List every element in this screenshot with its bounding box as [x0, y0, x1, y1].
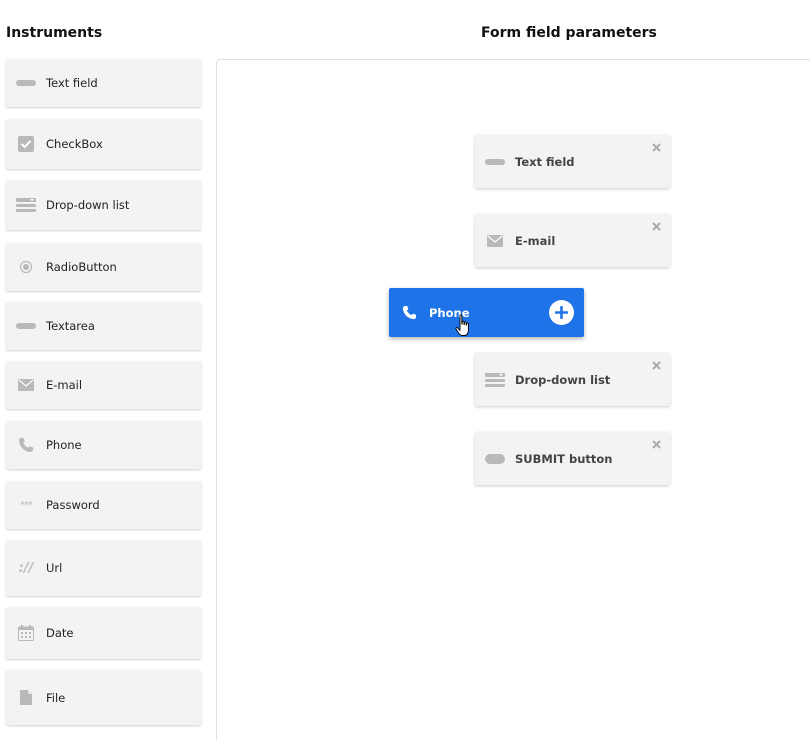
file-icon	[15, 687, 37, 709]
sidebar-item-label: Url	[46, 561, 63, 575]
close-icon[interactable]	[650, 438, 662, 450]
textarea-icon	[15, 315, 37, 337]
add-icon[interactable]	[549, 300, 574, 325]
sidebar-item-password[interactable]: *** Password	[6, 481, 201, 529]
email-icon	[484, 230, 506, 252]
form-field-dropdown[interactable]: Drop-down list	[475, 353, 670, 406]
form-parameters-heading: Form field parameters	[481, 25, 657, 41]
submit-icon	[484, 448, 506, 470]
form-field-label: Drop-down list	[515, 372, 611, 387]
sidebar-item-label: Phone	[46, 438, 82, 452]
sidebar-item-label: RadioButton	[46, 260, 117, 274]
sidebar-item-dropdown[interactable]: Drop-down list	[6, 180, 201, 230]
sidebar-item-checkbox[interactable]: CheckBox	[6, 119, 201, 169]
form-field-label: Text field	[515, 154, 575, 169]
sidebar-item-label: Text field	[46, 76, 98, 90]
sidebar-item-label: Drop-down list	[46, 198, 130, 212]
sidebar-item-email[interactable]: E-mail	[6, 361, 201, 409]
calendar-icon	[15, 622, 37, 644]
sidebar-item-label: File	[46, 690, 66, 705]
form-field-text-field[interactable]: Text field	[475, 135, 670, 188]
sidebar-item-label: Date	[46, 626, 74, 640]
sidebar-item-label: E-mail	[46, 378, 83, 392]
text-field-icon	[15, 72, 37, 94]
form-field-label: E-mail	[515, 233, 556, 248]
sidebar-item-label: Textarea	[46, 319, 95, 333]
form-field-submit-button[interactable]: SUBMIT button	[475, 432, 670, 485]
checkbox-icon	[15, 133, 37, 155]
sidebar-item-phone[interactable]: Phone	[6, 421, 201, 469]
instruments-heading: Instruments	[6, 25, 103, 41]
sidebar-item-text-field[interactable]: Text field	[6, 59, 201, 107]
sidebar-item-radiobutton[interactable]: RadioButton	[6, 243, 201, 291]
email-icon	[15, 374, 37, 396]
sidebar-item-label: Password	[46, 498, 100, 512]
hand-cursor-icon	[455, 314, 469, 336]
dropdown-icon	[484, 369, 506, 391]
sidebar-item-date[interactable]: Date	[6, 607, 201, 659]
radio-icon	[15, 256, 37, 278]
dragging-field-phone[interactable]: Phone	[389, 288, 584, 337]
close-icon[interactable]	[650, 359, 662, 371]
form-field-email[interactable]: E-mail	[475, 214, 670, 267]
text-field-icon	[484, 151, 506, 173]
sidebar-item-file[interactable]: File	[6, 670, 201, 725]
form-field-label: SUBMIT button	[515, 451, 613, 466]
sidebar-item-url[interactable]: :// Url	[6, 540, 201, 596]
sidebar-item-textarea[interactable]: Textarea	[6, 302, 201, 350]
close-icon[interactable]	[650, 220, 662, 232]
password-icon: ***	[20, 499, 33, 511]
phone-icon	[15, 434, 37, 456]
phone-icon	[398, 302, 420, 324]
sidebar-item-label: CheckBox	[46, 137, 103, 151]
dropdown-icon	[15, 194, 37, 216]
url-icon: ://	[18, 560, 34, 576]
close-icon[interactable]	[650, 141, 662, 153]
